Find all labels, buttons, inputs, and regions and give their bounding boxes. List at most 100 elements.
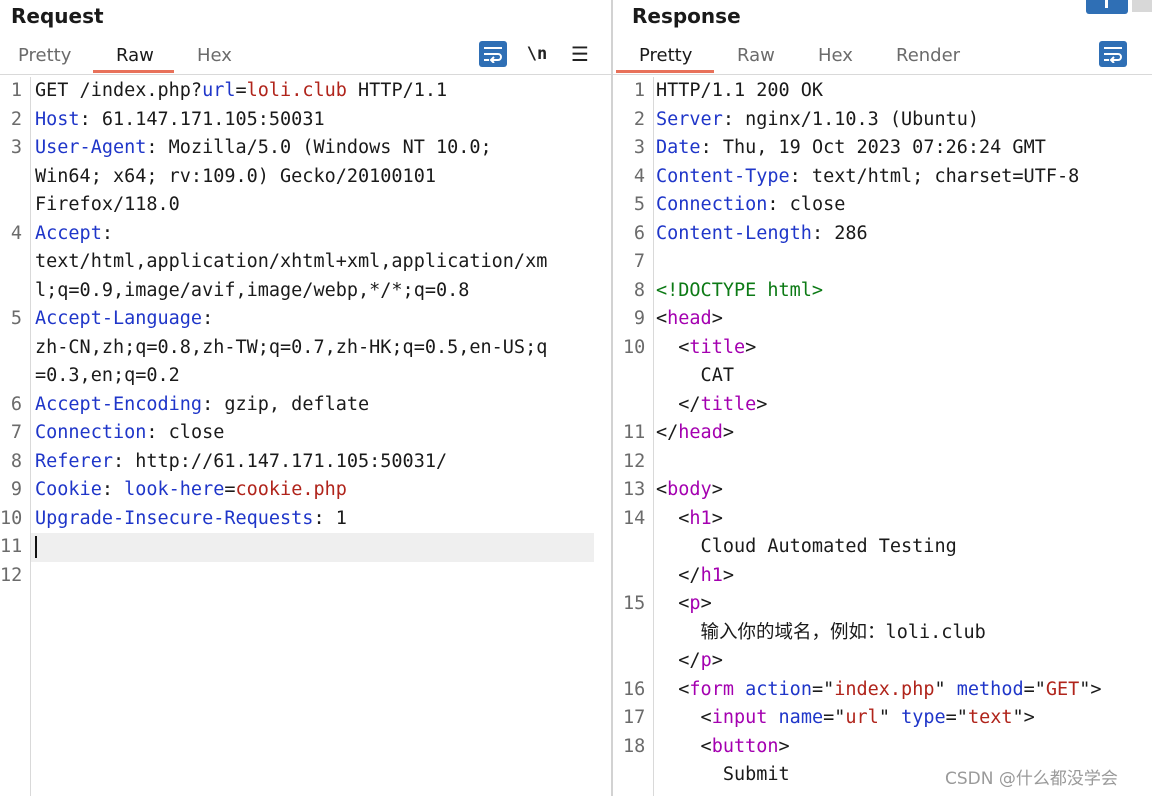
code-line[interactable]: 10 Upgrade-Insecure-Requests: 1 <box>0 505 611 534</box>
code-token: head <box>667 308 712 329</box>
code-token: method <box>956 678 1024 700</box>
code-token: p <box>689 593 701 614</box>
line-text: Win64; x64; rv:109.0) Gecko/20100101 <box>35 163 436 192</box>
code-token: input <box>711 707 768 728</box>
code-token: Connection <box>656 194 768 215</box>
code-line[interactable]: 12 <box>0 562 611 591</box>
line-number: 6 <box>10 393 22 415</box>
response-editor[interactable]: 1 HTTP/1.1 200 OK 2 Server: nginx/1.10.3 (U… <box>613 77 1152 796</box>
code-line[interactable]: 8 Referer: http://61.147.171.105:50031/ <box>0 448 611 477</box>
tab-response-pretty[interactable]: Pretty <box>639 45 692 66</box>
line-text: Upgrade-Insecure-Requests: 1 <box>35 505 347 534</box>
code-token: : <box>202 308 214 329</box>
code-token: = <box>224 479 236 500</box>
code-token: : Mozilla/5.0 (Windows NT 10.0; <box>146 137 492 158</box>
code-line[interactable]: 3 Date: Thu, 19 Oct 2023 07:26:24 GMT <box>613 134 1152 163</box>
code-line[interactable]: </p> <box>613 647 1152 676</box>
code-line[interactable]: 15 <p> <box>613 590 1152 619</box>
menu-icon[interactable]: ☰ <box>566 41 594 67</box>
line-text: 输入你的域名，例如：loli.club <box>656 619 986 648</box>
code-line[interactable]: 1 GET /index.php?url=loli.club HTTP/1.1 <box>0 77 611 106</box>
line-number: 3 <box>633 137 645 158</box>
show-newlines-icon[interactable]: \n <box>523 41 551 67</box>
code-token: : http://61.147.171.105:50031/ <box>112 450 448 472</box>
code-line[interactable]: 13 <body> <box>613 476 1152 505</box>
code-line[interactable]: 7 <box>613 248 1152 277</box>
code-token: Server <box>656 108 723 130</box>
code-token: < <box>656 678 690 700</box>
code-line[interactable]: 2 Server: nginx/1.10.3 (Ubuntu) <box>613 106 1152 135</box>
code-token: > <box>778 735 790 757</box>
code-line[interactable]: 4 Accept: <box>0 220 611 249</box>
code-line[interactable]: 9 <head> <box>613 305 1152 334</box>
line-text: Firefox/118.0 <box>35 191 180 220</box>
code-token: : 1 <box>313 507 347 529</box>
line-text: <!DOCTYPE html> <box>656 277 823 306</box>
code-line[interactable]: </title> <box>613 391 1152 420</box>
line-number: 2 <box>633 108 645 130</box>
wrap-lines-icon[interactable] <box>479 41 507 67</box>
code-token: = <box>235 80 247 101</box>
code-line[interactable]: 11 </head> <box>613 419 1152 448</box>
tab-request-raw[interactable]: Raw <box>116 45 154 66</box>
line-text: </p> <box>656 647 723 676</box>
line-number: 9 <box>633 308 645 329</box>
code-line[interactable]: 8 <!DOCTYPE html> <box>613 277 1152 306</box>
code-line[interactable]: 输入你的域名，例如：loli.club <box>613 619 1152 648</box>
code-line[interactable]: 16 <form action="index.php" method="GET"… <box>613 676 1152 705</box>
code-token: </ <box>656 564 701 586</box>
request-editor[interactable]: 1 GET /index.php?url=loli.club HTTP/1.1 2 H… <box>0 77 611 796</box>
code-line[interactable]: 18 <button> <box>613 733 1152 762</box>
code-line[interactable]: Firefox/118.0 <box>0 191 611 220</box>
code-token: : <box>101 479 125 500</box>
code-line[interactable]: text/html,application/xhtml+xml,applicat… <box>0 248 611 277</box>
code-line[interactable]: 9 Cookie: look-here=cookie.php <box>0 476 611 505</box>
code-line[interactable]: 6 Content-Length: 286 <box>613 220 1152 249</box>
code-line[interactable]: Cloud Automated Testing <box>613 533 1152 562</box>
line-text: <p> <box>656 590 711 619</box>
code-line[interactable]: 2 Host: 61.147.171.105:50031 <box>0 106 611 135</box>
code-line[interactable]: =0.3,en;q=0.2 <box>0 362 611 391</box>
line-text: </head> <box>656 419 734 448</box>
line-number: 15 <box>623 593 646 614</box>
code-token: cookie.php <box>235 479 347 500</box>
text-caret <box>35 536 37 558</box>
line-text: Accept: <box>35 220 113 249</box>
line-text: User-Agent: Mozilla/5.0 (Windows NT 10.0… <box>35 134 492 163</box>
code-line[interactable]: CAT <box>613 362 1152 391</box>
code-token: > <box>756 393 768 415</box>
tab-response-raw[interactable]: Raw <box>737 45 775 66</box>
code-line[interactable]: 6 Accept-Encoding: gzip, deflate <box>0 391 611 420</box>
active-tab-underline <box>616 70 714 73</box>
tab-response-hex[interactable]: Hex <box>818 45 853 66</box>
tab-request-hex[interactable]: Hex <box>197 45 232 66</box>
wrap-lines-icon[interactable] <box>1099 41 1127 67</box>
code-line[interactable]: 4 Content-Type: text/html; charset=UTF-8 <box>613 163 1152 192</box>
layout-toggle-icon[interactable] <box>1086 0 1128 14</box>
code-line[interactable]: 14 <h1> <box>613 505 1152 534</box>
layout-toggle-icon[interactable] <box>1132 0 1152 12</box>
code-line[interactable]: 11 <box>0 533 611 562</box>
line-text: </h1> <box>656 562 734 591</box>
code-token: </ <box>656 393 701 415</box>
code-line[interactable]: 5 Accept-Language: <box>0 305 611 334</box>
code-line[interactable]: 17 <input name="url" type="text"> <box>613 704 1152 733</box>
tab-response-render[interactable]: Render <box>896 45 960 66</box>
code-token: " <box>878 707 902 728</box>
code-line[interactable]: 7 Connection: close <box>0 419 611 448</box>
code-line[interactable]: zh-CN,zh;q=0.8,zh-TW;q=0.7,zh-HK;q=0.5,e… <box>0 334 611 363</box>
tab-request-pretty[interactable]: Pretty <box>18 45 71 66</box>
line-text: <title> <box>656 334 756 363</box>
code-line[interactable]: Win64; x64; rv:109.0) Gecko/20100101 <box>0 163 611 192</box>
code-line[interactable]: 3 User-Agent: Mozilla/5.0 (Windows NT 10.… <box>0 134 611 163</box>
code-line[interactable]: 10 <title> <box>613 334 1152 363</box>
line-text: <head> <box>656 305 723 334</box>
code-line[interactable]: </h1> <box>613 562 1152 591</box>
code-line[interactable]: 12 <box>613 448 1152 477</box>
code-token: title <box>689 336 746 358</box>
line-text: <h1> <box>656 505 723 534</box>
code-line[interactable]: 1 HTTP/1.1 200 OK <box>613 77 1152 106</box>
code-line[interactable]: 5 Connection: close <box>613 191 1152 220</box>
code-line[interactable]: l;q=0.9,image/avif,image/webp,*/*;q=0.8 <box>0 277 611 306</box>
